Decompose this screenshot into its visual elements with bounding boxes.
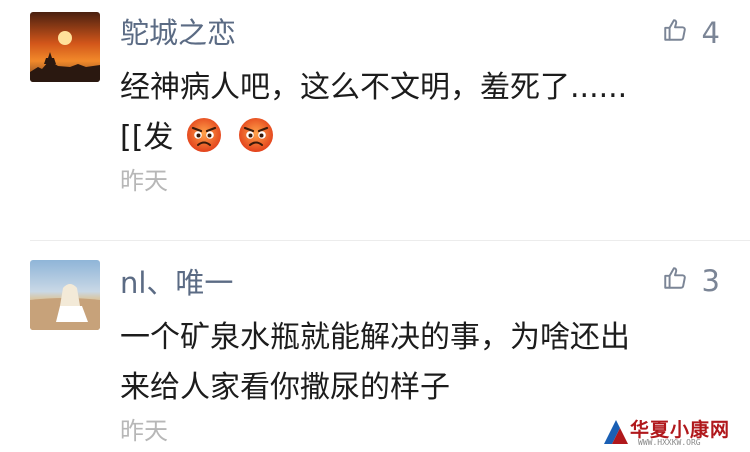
thumbs-up-icon xyxy=(662,264,688,298)
comment-text: 一个矿泉水瓶就能解决的事，为啥还出 来给人家看你撒尿的样子 xyxy=(120,313,700,413)
comment-text-line: 一个矿泉水瓶就能解决的事，为啥还出 xyxy=(120,320,630,355)
like-button[interactable]: 3 xyxy=(662,264,720,298)
angry-emoji xyxy=(185,116,223,154)
like-count: 3 xyxy=(701,264,720,298)
username[interactable]: 鸵城之恋 xyxy=(120,16,236,50)
like-button[interactable]: 4 xyxy=(662,16,720,50)
username[interactable]: nl、唯一 xyxy=(120,266,233,300)
comment-text-prefix: [[发 xyxy=(120,120,174,155)
comment-item: 鸵城之恋 4 经神病人吧，这么不文明，羞死了...... [[发 昨天 xyxy=(0,0,750,240)
comment-text: 经神病人吧，这么不文明，羞死了...... [[发 xyxy=(120,63,700,163)
comment-text-line: [[发 xyxy=(120,113,700,163)
thumbs-up-icon xyxy=(662,16,688,50)
site-watermark: 华夏小康网 WWW.HXXKW.ORG xyxy=(602,418,742,448)
timestamp: 昨天 xyxy=(120,167,168,195)
comment-text-line: 经神病人吧，这么不文明，羞死了...... xyxy=(120,70,628,105)
avatar[interactable] xyxy=(30,260,100,330)
watermark-url: WWW.HXXKW.ORG xyxy=(638,438,701,447)
like-count: 4 xyxy=(701,16,720,50)
timestamp: 昨天 xyxy=(120,417,168,445)
watermark-logo-icon xyxy=(602,418,630,450)
avatar[interactable] xyxy=(30,12,100,82)
comment-text-line: 来给人家看你撒尿的样子 xyxy=(120,370,450,405)
angry-emoji xyxy=(237,116,275,154)
